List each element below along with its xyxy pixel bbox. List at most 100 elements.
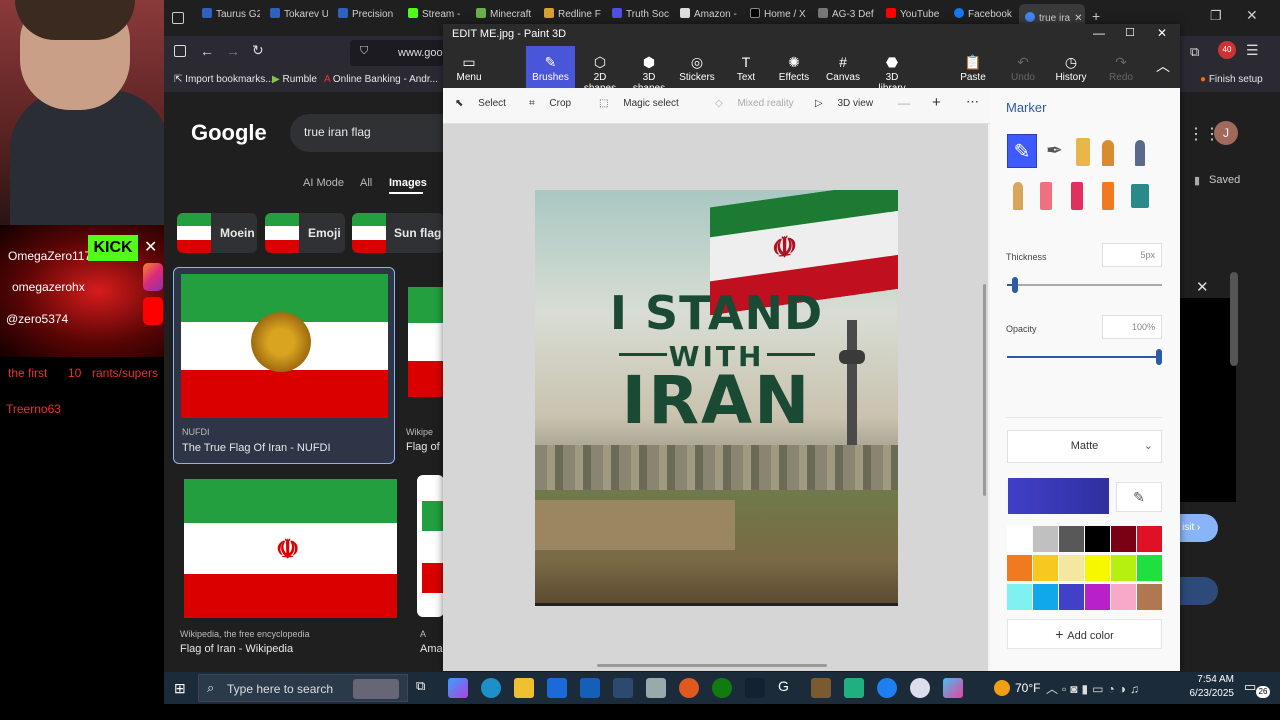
canvas-workspace[interactable]: ☫ I STAND WITH IRAN <box>443 124 988 671</box>
tool-magic-select[interactable]: ⬚ Magic select <box>599 98 679 109</box>
ribbon-stickers[interactable]: ◎ Stickers <box>675 46 719 88</box>
store-icon[interactable] <box>547 678 567 698</box>
color-swatch[interactable] <box>1085 555 1110 581</box>
menu-icon[interactable]: ☰ <box>1246 42 1259 59</box>
ribbon-undo[interactable]: ↶ Undo <box>1011 46 1035 88</box>
taskbar-search[interactable]: ⌕ Type here to search <box>198 674 408 702</box>
ribbon-paste[interactable]: 📋 Paste <box>959 46 987 88</box>
tool-3d-view[interactable]: ▷ 3D view <box>815 98 873 109</box>
share-button[interactable] <box>1180 577 1218 605</box>
tool-select[interactable]: ⬉ Select <box>455 98 506 109</box>
bookmark-banking[interactable]: A Online Banking - Andr... <box>324 74 438 85</box>
ribbon-menu[interactable]: ▭ Menu <box>451 46 487 88</box>
weather-temp[interactable]: 70°F <box>1015 681 1040 695</box>
color-swatch[interactable] <box>1007 584 1032 610</box>
nav-all[interactable]: All <box>360 177 372 189</box>
messenger-icon[interactable] <box>877 678 897 698</box>
thickness-slider-thumb[interactable] <box>1012 277 1018 293</box>
eyedropper-icon[interactable]: ✎ <box>1116 482 1162 512</box>
window-close-icon[interactable]: ✕ <box>1246 7 1258 24</box>
color-swatch[interactable] <box>1059 584 1084 610</box>
more-options-icon[interactable]: ⋯ <box>966 94 979 110</box>
extension-badge[interactable]: 40 <box>1218 41 1236 59</box>
canvas-scrollbar[interactable] <box>983 284 986 496</box>
saved-label[interactable]: Saved <box>1209 174 1240 186</box>
result-card-wikipedia-partial[interactable] <box>408 287 443 397</box>
notification-badge[interactable]: 26 <box>1256 686 1270 698</box>
color-swatch[interactable] <box>1007 526 1032 552</box>
color-swatch[interactable] <box>1059 526 1084 552</box>
weather-icon[interactable] <box>994 680 1010 696</box>
pixel-pen-icon[interactable] <box>1135 140 1145 166</box>
bookmark-rumble[interactable]: ▶ Rumble <box>272 74 317 85</box>
clock-time[interactable]: 7:54 AM <box>1190 674 1234 685</box>
color-swatch[interactable] <box>1033 584 1058 610</box>
avatar[interactable]: J <box>1214 121 1238 145</box>
clock-date[interactable]: 6/23/2025 <box>1178 688 1235 699</box>
app-icon[interactable]: G <box>778 678 798 698</box>
visit-button[interactable]: isit › <box>1180 514 1218 542</box>
add-color-button[interactable]: + Add color <box>1007 619 1162 649</box>
ribbon-brushes[interactable]: ✎ Brushes <box>526 46 575 88</box>
start-icon[interactable]: ⊞ <box>174 680 186 697</box>
back-icon[interactable]: ← <box>200 43 214 59</box>
finish-dropdown[interactable]: Matte ⌄ <box>1007 430 1162 463</box>
eraser-icon[interactable] <box>1040 182 1052 210</box>
tab-3[interactable]: Precision <box>338 8 396 30</box>
maximize-icon[interactable]: ☐ <box>1125 26 1135 39</box>
thickness-slider-track[interactable] <box>1007 284 1162 286</box>
chip-moein[interactable]: Moein <box>177 213 257 253</box>
canvas-hscrollbar[interactable] <box>597 664 827 667</box>
color-swatch[interactable] <box>1111 584 1136 610</box>
color-swatch[interactable] <box>1085 526 1110 552</box>
thickness-input[interactable]: 5px <box>1102 243 1162 267</box>
color-swatch[interactable] <box>1137 584 1162 610</box>
ribbon-effects[interactable]: ✺ Effects <box>773 46 815 88</box>
crayon-icon[interactable] <box>1071 182 1083 210</box>
ribbon-3d-library[interactable]: ⬣3D library <box>871 46 913 94</box>
opacity-slider-track[interactable] <box>1007 356 1162 358</box>
task-view-icon[interactable]: ⧉ <box>416 678 436 698</box>
tab-1[interactable]: Taurus G2 <box>202 8 260 30</box>
color-swatch[interactable] <box>1033 526 1058 552</box>
bookmark-import[interactable]: ⇱ Import bookmarks... <box>174 74 274 85</box>
color-swatch[interactable] <box>1111 555 1136 581</box>
paint3d-taskbar-icon[interactable] <box>943 678 963 698</box>
bookmark-finish-setup[interactable]: ● Finish setup <box>1200 74 1263 85</box>
edge-icon[interactable] <box>481 678 501 698</box>
url-bar[interactable]: ⛉ www.goog <box>350 40 449 66</box>
poster-image[interactable]: ☫ I STAND WITH IRAN <box>535 190 898 606</box>
zoom-out-icon[interactable]: — <box>898 96 910 110</box>
zoom-in-icon[interactable]: + <box>932 94 941 111</box>
ribbon-redo[interactable]: ↷ Redo <box>1109 46 1133 88</box>
color-swatch[interactable] <box>1111 526 1136 552</box>
notification-icon[interactable]: ▭ <box>1244 679 1256 695</box>
color-swatch[interactable] <box>1033 555 1058 581</box>
app-icon[interactable] <box>844 678 864 698</box>
restore-icon[interactable]: ❐ <box>1210 8 1222 24</box>
chip-emoji[interactable]: Emoji <box>265 213 345 253</box>
steam-icon[interactable] <box>613 678 633 698</box>
forward-icon[interactable]: → <box>226 43 240 59</box>
calligraphy-pen-icon[interactable]: ✒ <box>1046 138 1063 163</box>
collapse-ribbon[interactable]: ︿ <box>1155 46 1171 88</box>
tool-mixed-reality[interactable]: ◇ Mixed reality <box>715 98 794 109</box>
ribbon-3d-shapes[interactable]: ⬢3D shapes <box>626 46 672 94</box>
preview-close-icon[interactable]: ✕ <box>1196 278 1209 296</box>
app-icon[interactable] <box>910 678 930 698</box>
nav-ai-mode[interactable]: AI Mode <box>303 177 344 189</box>
sidebar-icon[interactable] <box>174 45 186 57</box>
nav-images[interactable]: Images <box>389 177 427 189</box>
color-swatch[interactable] <box>1007 555 1032 581</box>
search-input[interactable]: true iran flag <box>290 114 450 152</box>
xbox-icon[interactable] <box>712 678 732 698</box>
tab-2[interactable]: Tokarev U <box>270 8 328 30</box>
opacity-slider-thumb[interactable] <box>1156 349 1162 365</box>
close-icon[interactable]: ✕ <box>1157 26 1167 40</box>
watercolor-icon[interactable] <box>1102 140 1114 166</box>
color-swatch[interactable] <box>1059 555 1084 581</box>
opacity-input[interactable]: 100% <box>1102 315 1162 339</box>
outlook-icon[interactable] <box>580 678 600 698</box>
color-swatch[interactable] <box>1085 584 1110 610</box>
fill-bucket-icon[interactable] <box>1131 184 1149 208</box>
